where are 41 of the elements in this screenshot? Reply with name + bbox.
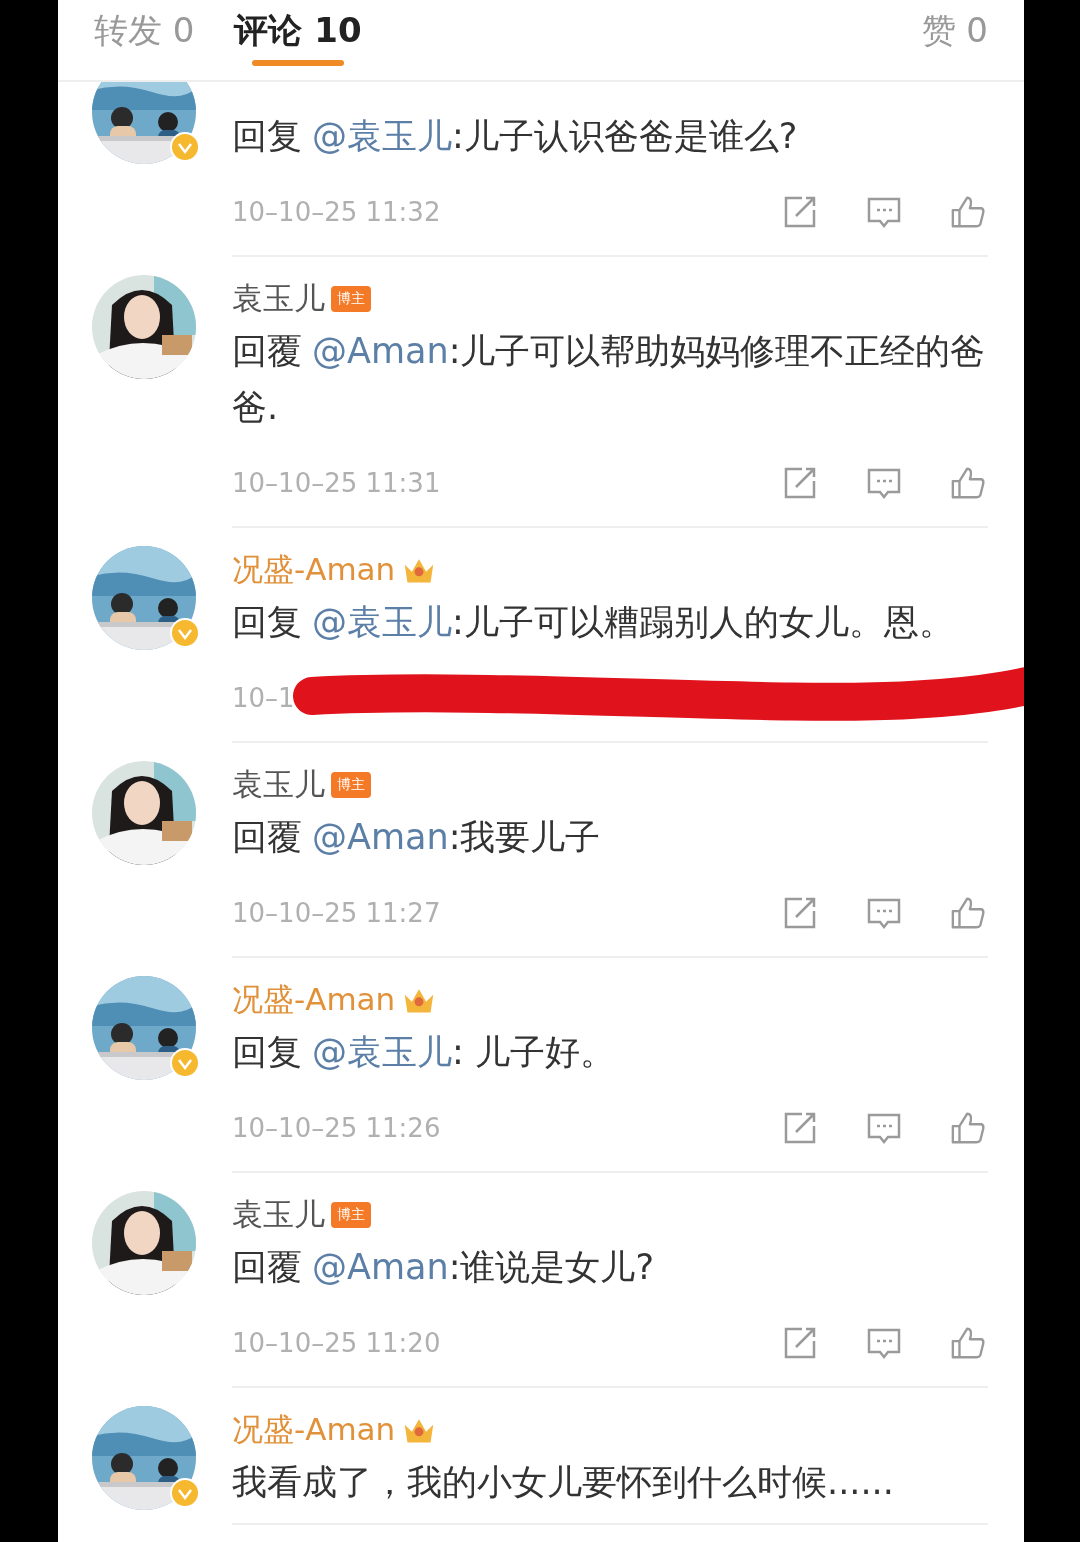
- user-name[interactable]: 袁玉儿: [232, 764, 325, 806]
- timestamp: 10–10–25 11:31: [232, 468, 441, 498]
- like-icon[interactable]: [950, 895, 986, 931]
- like-icon[interactable]: [950, 194, 986, 230]
- share-icon[interactable]: [782, 465, 818, 501]
- comment-text: 回覆 @Aman:我要儿子: [232, 816, 602, 859]
- timestamp: 10–10–25 11:26: [232, 1113, 441, 1143]
- share-icon[interactable]: [782, 1325, 818, 1361]
- mention-link[interactable]: @Aman: [312, 331, 449, 371]
- like-icon[interactable]: [950, 1325, 986, 1361]
- mention-link[interactable]: @袁玉儿: [312, 602, 452, 642]
- timestamp: 10–10–25 11:20: [232, 1328, 441, 1358]
- mention-link[interactable]: @Aman: [312, 817, 449, 857]
- user-name[interactable]: 况盛-Aman: [232, 549, 396, 591]
- comment-text: 回覆 @Aman:儿子可以帮助妈妈修理不正经的爸爸.: [232, 330, 987, 429]
- timestamp: 10–10–25 11:32: [232, 197, 441, 227]
- mention-link[interactable]: @Aman: [312, 1247, 449, 1287]
- comment-text: 回复 @袁玉儿:儿子认识爸爸是谁么?: [232, 115, 799, 158]
- tab[interactable]: 评论 10: [234, 0, 362, 72]
- user-name[interactable]: 况盛-Aman: [232, 979, 396, 1021]
- timestamp: 10–1: [232, 683, 295, 713]
- like-icon[interactable]: [950, 465, 986, 501]
- timestamp: 10–10–25 11:27: [232, 898, 441, 928]
- share-icon[interactable]: [782, 1110, 818, 1146]
- comment-text: 回覆 @Aman:谁说是女儿?: [232, 1246, 656, 1289]
- tab[interactable]: 转发 0: [94, 0, 195, 72]
- comment-text: 回复 @袁玉儿:儿子可以糟蹋别人的女儿。恩。: [232, 601, 955, 644]
- comment-text: 回复 @袁玉儿: 儿子好。: [232, 1031, 616, 1074]
- share-icon[interactable]: [782, 194, 818, 230]
- blogger-badge: 博主: [331, 286, 371, 312]
- user-name[interactable]: 况盛-Aman: [232, 1409, 396, 1451]
- comment-text: 我看成了，我的小女儿要怀到什么时候......: [232, 1461, 895, 1504]
- user-name[interactable]: 袁玉儿: [232, 278, 325, 320]
- tab[interactable]: 赞 0: [921, 0, 988, 72]
- share-icon[interactable]: [782, 895, 818, 931]
- mention-link[interactable]: @袁玉儿: [312, 116, 452, 156]
- blogger-badge: 博主: [331, 772, 371, 798]
- blogger-badge: 博主: [331, 1202, 371, 1228]
- mention-link[interactable]: @袁玉儿: [312, 1032, 452, 1072]
- like-icon[interactable]: [950, 1110, 986, 1146]
- user-name[interactable]: 袁玉儿: [232, 1194, 325, 1236]
